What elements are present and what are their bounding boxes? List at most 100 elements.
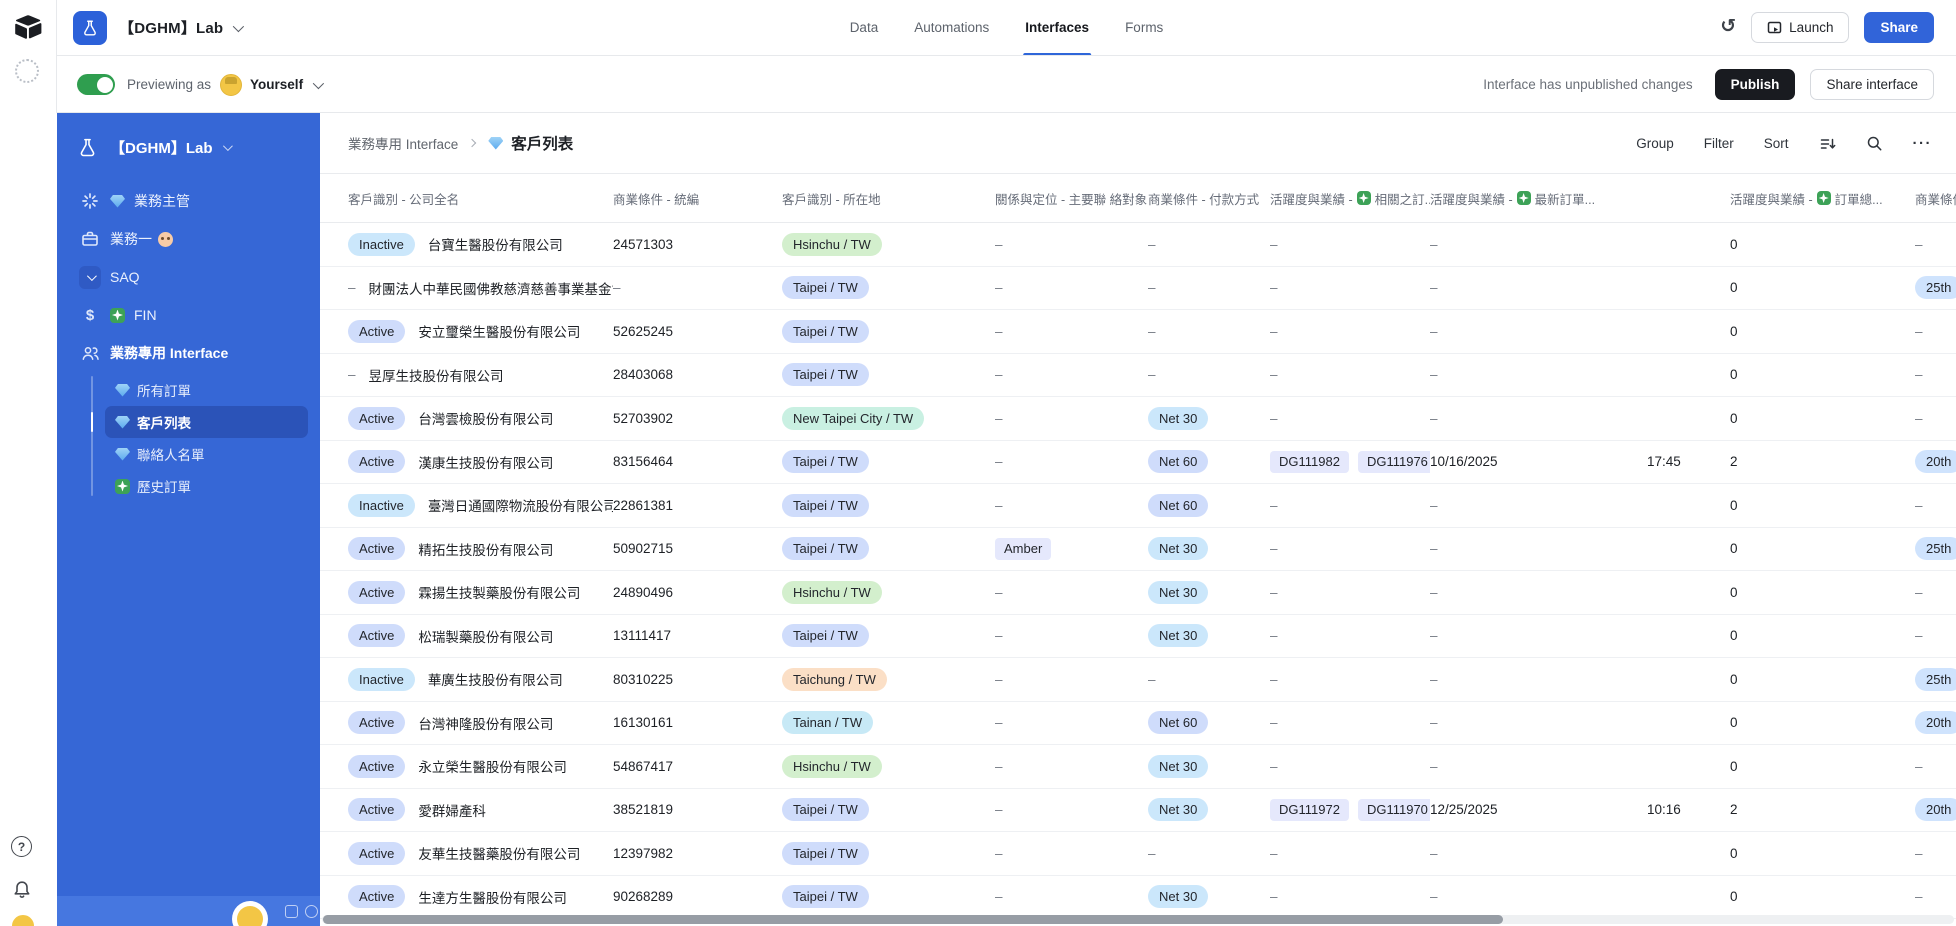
cell-order-count[interactable]: 0 bbox=[1730, 498, 1915, 513]
cell-payment-terms[interactable]: Net 60 bbox=[1148, 450, 1270, 474]
row-height-icon[interactable] bbox=[1819, 135, 1836, 152]
cell-payment-terms[interactable]: Net 30 bbox=[1148, 798, 1270, 822]
table-row[interactable]: Active 精拓生技股份有限公司 50902715 Taipei / TW Amber… bbox=[320, 528, 1956, 571]
cell-location[interactable]: Hsinchu / TW bbox=[782, 754, 995, 778]
cell-latest-order[interactable]: – bbox=[1430, 541, 1730, 556]
cell-contact[interactable]: – bbox=[995, 498, 1148, 513]
cell-location[interactable]: Taichung / TW bbox=[782, 667, 995, 691]
cell-company[interactable]: Active 台灣神隆股份有限公司 bbox=[348, 711, 613, 735]
cell-company[interactable]: Inactive 華廣生技股份有限公司 bbox=[348, 667, 613, 691]
filter-button[interactable]: Filter bbox=[1704, 136, 1734, 151]
cell-order-count[interactable]: 0 bbox=[1730, 889, 1915, 904]
cell-order-count[interactable]: 0 bbox=[1730, 672, 1915, 687]
share-interface-button[interactable]: Share interface bbox=[1810, 69, 1934, 100]
sidebar-page-客戶列表[interactable]: 客戶列表 bbox=[91, 406, 308, 438]
cell-tax-id[interactable]: 24890496 bbox=[613, 585, 782, 600]
table-row[interactable]: Active 松瑞製藥股份有限公司 13111417 Taipei / TW – Net … bbox=[320, 615, 1956, 658]
cell-location[interactable]: Taipei / TW bbox=[782, 537, 995, 561]
preview-user-name[interactable]: Yourself bbox=[250, 77, 303, 92]
cell-contact[interactable]: Amber bbox=[995, 537, 1148, 560]
cell-related-orders[interactable]: – bbox=[1270, 280, 1430, 295]
cell-contact[interactable]: – bbox=[995, 280, 1148, 295]
column-header-5[interactable]: 商業條件 - 付款方式 bbox=[1148, 189, 1270, 208]
cell-payment-terms[interactable]: Net 30 bbox=[1148, 754, 1270, 778]
order-link-badge[interactable]: DG111982 bbox=[1270, 450, 1349, 473]
cell-related-orders[interactable]: – bbox=[1270, 759, 1430, 774]
cell-latest-order[interactable]: – bbox=[1430, 715, 1730, 730]
cell-latest-order[interactable]: – bbox=[1430, 846, 1730, 861]
cell-billing-day[interactable]: 20th bbox=[1915, 798, 1956, 822]
cell-latest-order[interactable]: – bbox=[1430, 280, 1730, 295]
notifications-bell-icon[interactable] bbox=[11, 879, 33, 901]
base-app-icon[interactable] bbox=[73, 10, 107, 45]
cell-related-orders[interactable]: – bbox=[1270, 498, 1430, 513]
table-row[interactable]: Active 台灣神隆股份有限公司 16130161 Tainan / TW – Net … bbox=[320, 702, 1956, 745]
cell-latest-order[interactable]: – bbox=[1430, 585, 1730, 600]
cell-tax-id[interactable]: 13111417 bbox=[613, 628, 782, 643]
sidebar-page-聯絡人名單[interactable]: 聯絡人名單 bbox=[105, 438, 308, 470]
cell-related-orders[interactable]: – bbox=[1270, 715, 1430, 730]
cell-related-orders[interactable]: – bbox=[1270, 324, 1430, 339]
cell-tax-id[interactable]: 16130161 bbox=[613, 715, 782, 730]
cell-payment-terms[interactable]: Net 30 bbox=[1148, 537, 1270, 561]
cell-payment-terms[interactable]: – bbox=[1148, 672, 1270, 687]
cell-billing-day[interactable]: 20th bbox=[1915, 450, 1956, 474]
table-row[interactable]: Active 安立璽榮生醫股份有限公司 52625245 Taipei / TW – – –… bbox=[320, 310, 1956, 354]
cell-billing-day[interactable]: – bbox=[1915, 237, 1956, 252]
cell-tax-id[interactable]: 54867417 bbox=[613, 759, 782, 774]
tab-forms[interactable]: Forms bbox=[1125, 0, 1163, 55]
account-avatar[interactable] bbox=[10, 913, 36, 926]
cell-billing-day[interactable]: – bbox=[1915, 628, 1956, 643]
tab-interfaces[interactable]: Interfaces bbox=[1023, 0, 1091, 55]
cell-payment-terms[interactable]: – bbox=[1148, 324, 1270, 339]
cell-related-orders[interactable]: DG111982 DG111976 bbox=[1270, 450, 1430, 473]
table-row[interactable]: Active 霖揚生技製藥股份有限公司 24890496 Hsinchu / TW – N… bbox=[320, 571, 1956, 615]
cell-contact[interactable]: – bbox=[995, 846, 1148, 861]
cell-tax-id[interactable]: 24571303 bbox=[613, 237, 782, 252]
cell-payment-terms[interactable]: Net 30 bbox=[1148, 624, 1270, 648]
sidebar-footer-icon[interactable] bbox=[305, 905, 318, 918]
history-icon[interactable]: ↺ bbox=[1720, 17, 1736, 36]
cell-tax-id[interactable]: 22861381 bbox=[613, 498, 782, 513]
cell-tax-id[interactable]: 28403068 bbox=[613, 367, 782, 382]
table-row[interactable]: Active 漢康生技股份有限公司 83156464 Taipei / TW – Net … bbox=[320, 441, 1956, 484]
cell-contact[interactable]: – bbox=[995, 411, 1148, 426]
cell-latest-order[interactable]: – bbox=[1430, 324, 1730, 339]
table-row[interactable]: Inactive 華廣生技股份有限公司 80310225 Taichung / TW –… bbox=[320, 658, 1956, 702]
cell-payment-terms[interactable]: – bbox=[1148, 280, 1270, 295]
column-header-7[interactable]: 活躍度與業績 - 最新訂單... bbox=[1430, 189, 1730, 208]
column-header-1[interactable]: 客戶識別 - 公司全名 bbox=[348, 189, 613, 208]
table-row[interactable]: Active 台灣雲檢股份有限公司 52703902 New Taipei City … bbox=[320, 397, 1956, 441]
cell-company[interactable]: Active 漢康生技股份有限公司 bbox=[348, 450, 613, 474]
cell-location[interactable]: Taipei / TW bbox=[782, 885, 995, 909]
cell-order-count[interactable]: 0 bbox=[1730, 541, 1915, 556]
cell-billing-day[interactable]: – bbox=[1915, 411, 1956, 426]
cell-billing-day[interactable]: 25th bbox=[1915, 537, 1956, 561]
cell-location[interactable]: Taipei / TW bbox=[782, 624, 995, 648]
cell-tax-id[interactable]: 90268289 bbox=[613, 889, 782, 904]
column-header-8[interactable]: 活躍度與業績 - 訂單總... bbox=[1730, 189, 1915, 208]
cell-billing-day[interactable]: – bbox=[1915, 585, 1956, 600]
cell-location[interactable]: Tainan / TW bbox=[782, 711, 995, 735]
horizontal-scrollbar[interactable] bbox=[322, 915, 1954, 924]
cell-order-count[interactable]: 0 bbox=[1730, 628, 1915, 643]
cell-contact[interactable]: – bbox=[995, 367, 1148, 382]
cell-tax-id[interactable]: 83156464 bbox=[613, 454, 782, 469]
preview-user-chevron-icon[interactable] bbox=[312, 77, 325, 89]
cell-tax-id[interactable]: 50902715 bbox=[613, 541, 782, 556]
cell-related-orders[interactable]: – bbox=[1270, 237, 1430, 252]
cell-latest-order[interactable]: – bbox=[1430, 411, 1730, 426]
cell-company[interactable]: Active 安立璽榮生醫股份有限公司 bbox=[348, 319, 613, 343]
table-row[interactable]: – 昱厚生技股份有限公司 28403068 Taipei / TW – – – –0– bbox=[320, 354, 1956, 397]
table-row[interactable]: Active 愛群婦產科 38521819 Taipei / TW – Net 30 DG1… bbox=[320, 789, 1956, 832]
cell-latest-order[interactable]: – bbox=[1430, 237, 1730, 252]
table-row[interactable]: Inactive 台寶生醫股份有限公司 24571303 Hsinchu / TW – –… bbox=[320, 223, 1956, 267]
cell-related-orders[interactable]: – bbox=[1270, 541, 1430, 556]
cell-billing-day[interactable]: 20th bbox=[1915, 711, 1956, 735]
publish-button[interactable]: Publish bbox=[1714, 69, 1796, 100]
column-header-2[interactable]: 商業條件 - 統編 bbox=[613, 189, 782, 208]
sidebar-item-業務一[interactable]: 業務一 bbox=[67, 220, 310, 258]
cell-latest-order[interactable]: – bbox=[1430, 628, 1730, 643]
cell-billing-day[interactable]: – bbox=[1915, 889, 1956, 904]
cell-order-count[interactable]: 0 bbox=[1730, 411, 1915, 426]
